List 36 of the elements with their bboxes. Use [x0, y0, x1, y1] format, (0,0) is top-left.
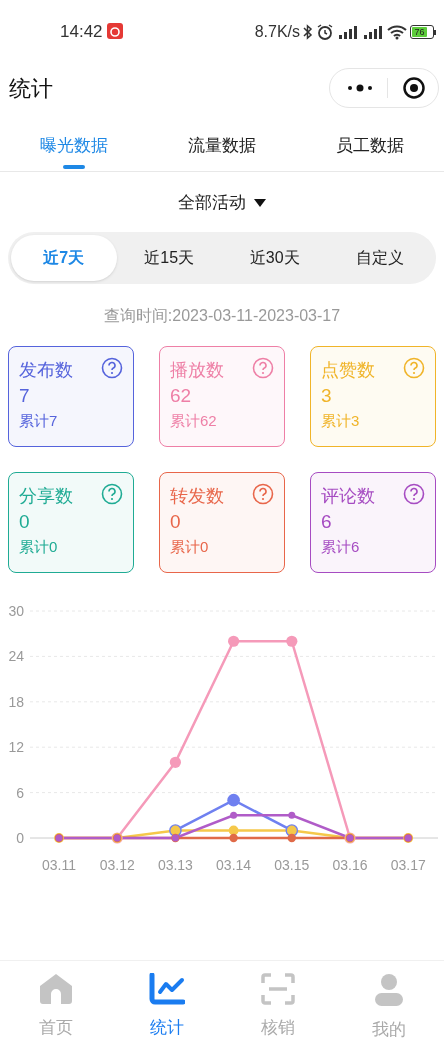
x-tick-label: 03.14	[216, 856, 252, 873]
y-tick-label: 0	[16, 829, 24, 846]
card-title: 播放数	[170, 358, 224, 382]
page-title: 统计	[9, 78, 53, 100]
card-total: 累计7	[19, 411, 58, 429]
network-speed: 8.7K/s	[254, 22, 300, 42]
y-tick-label: 6	[16, 784, 24, 801]
card-title: 发布数	[19, 358, 73, 382]
battery-icon: 76	[410, 25, 436, 39]
x-tick-label: 03.15	[274, 856, 310, 873]
card-title: 点赞数	[321, 358, 375, 382]
x-tick-label: 03.11	[42, 856, 76, 873]
x-tick-label: 03.12	[99, 856, 135, 873]
card-total: 累计62	[170, 411, 217, 429]
x-tick-label: 03.16	[332, 856, 368, 873]
status-time: 14:42	[60, 20, 103, 43]
card-value: 0	[19, 510, 30, 532]
card-total: 累计3	[321, 411, 360, 429]
x-tick-label: 03.17	[390, 856, 426, 873]
card-title: 评论数	[321, 484, 375, 508]
card-value: 7	[19, 384, 30, 406]
card-total: 累计0	[170, 537, 209, 555]
card-total: 累计6	[321, 537, 360, 555]
card-value: 6	[321, 510, 332, 532]
y-tick-label: 24	[8, 647, 24, 664]
query-time: 查询时间:2023-03-11-2023-03-17	[103, 306, 341, 324]
card-title: 转发数	[170, 484, 224, 508]
card-value: 0	[170, 510, 181, 532]
card-total: 累计0	[19, 537, 58, 555]
x-tick-label: 03.13	[157, 856, 193, 873]
card-value: 3	[321, 384, 332, 406]
y-tick-label: 30	[8, 602, 24, 619]
card-value: 62	[170, 384, 192, 406]
card-title: 分享数	[19, 484, 73, 508]
y-tick-label: 18	[8, 693, 24, 710]
y-tick-label: 12	[8, 738, 24, 755]
